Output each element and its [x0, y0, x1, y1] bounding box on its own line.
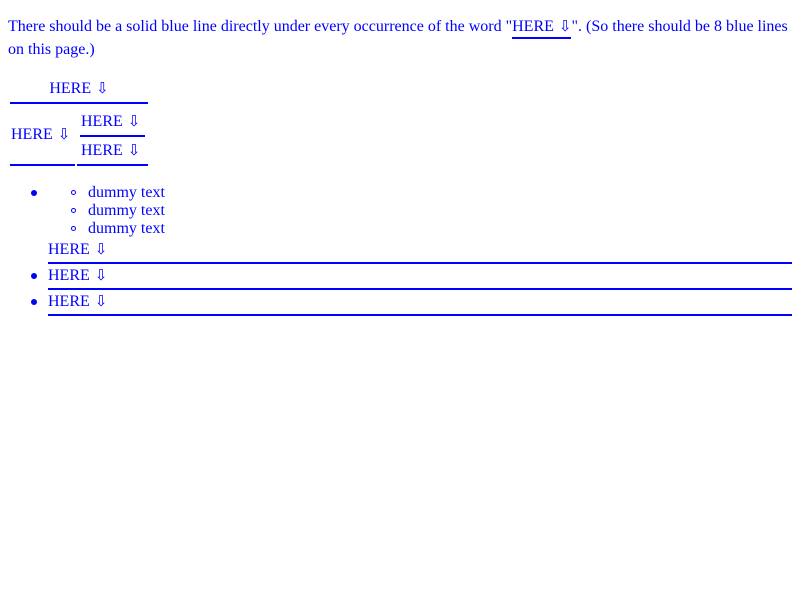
down-arrow-icon: ⇩	[96, 79, 109, 97]
sub-bullet-icon	[71, 190, 76, 195]
table-right-bottom-cell: HERE ⇩	[77, 140, 148, 166]
here-word: HERE	[81, 142, 123, 159]
sub-bullet-icon	[71, 226, 76, 231]
list-item: HERE ⇩	[48, 239, 792, 264]
intro-here-word: HERE	[512, 18, 554, 35]
here-word: HERE	[48, 293, 90, 310]
down-arrow-icon: ⇩	[57, 125, 71, 143]
sub-list-item: dummy text	[88, 184, 165, 201]
intro-here: HERE ⇩	[512, 16, 572, 39]
down-arrow-icon: ⇩	[558, 17, 572, 35]
here-word: HERE	[48, 241, 90, 258]
list-item: HERE ⇩	[48, 265, 792, 290]
bullet-icon	[31, 273, 37, 279]
here-word: HERE	[49, 80, 92, 97]
bullet-icon	[31, 190, 37, 196]
down-arrow-icon: ⇩	[94, 240, 108, 258]
list-item: HERE ⇩	[48, 291, 792, 316]
table-left-cell: HERE ⇩	[10, 124, 75, 166]
intro-paragraph: There should be a solid blue line direct…	[8, 16, 792, 60]
sub-bullet-icon	[71, 208, 76, 213]
sub-list-item: dummy text	[88, 202, 165, 219]
down-arrow-icon: ⇩	[127, 112, 141, 130]
down-arrow-icon: ⇩	[127, 141, 141, 159]
table-top-cell: HERE ⇩	[10, 78, 148, 104]
here-word: HERE	[11, 126, 53, 143]
sub-list-item: dummy text	[88, 220, 165, 237]
intro-text-before: There should be a solid blue line direct…	[8, 18, 513, 35]
here-word: HERE	[81, 113, 123, 130]
bullet-icon	[31, 299, 37, 305]
down-arrow-icon: ⇩	[94, 266, 108, 284]
down-arrow-icon: ⇩	[94, 292, 108, 310]
here-word: HERE	[48, 267, 90, 284]
table-right-top-cell: HERE ⇩	[80, 111, 145, 137]
